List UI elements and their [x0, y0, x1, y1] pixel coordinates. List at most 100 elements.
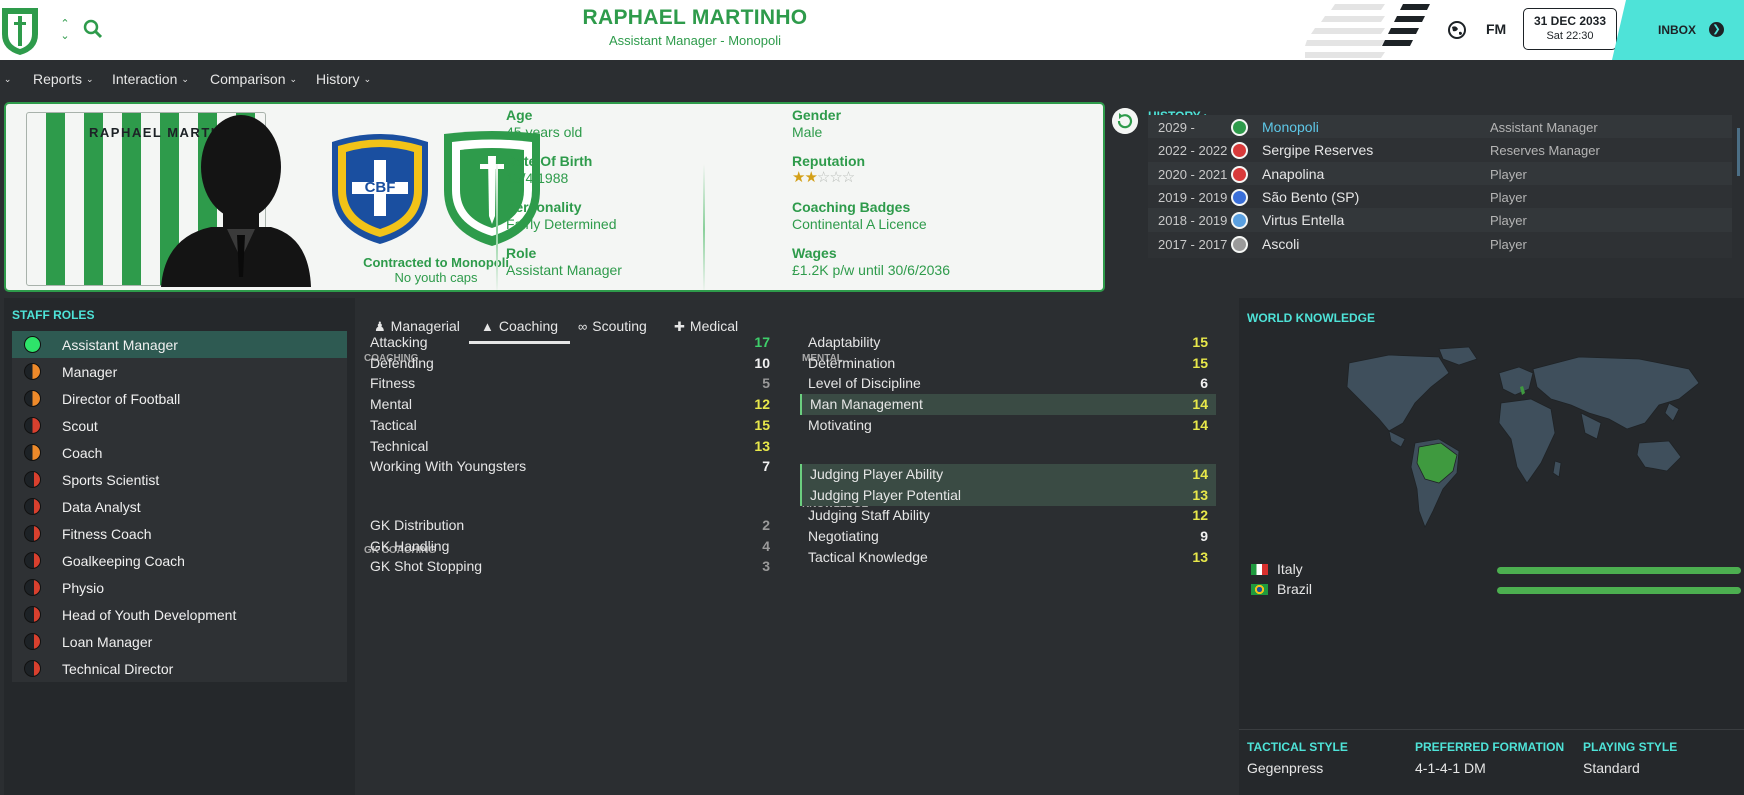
history-club[interactable]: Anapolina	[1262, 166, 1324, 182]
country-row[interactable]: Brazil	[1251, 580, 1741, 600]
history-row[interactable]: 2017 - 2017 Ascoli Player	[1148, 231, 1732, 258]
attribute-value: 4	[762, 537, 770, 554]
club-badge-icon	[1231, 119, 1248, 136]
attribute-value: 9	[1200, 528, 1208, 545]
staff-role-label: Director of Football	[62, 391, 181, 407]
suitability-icon	[24, 498, 41, 515]
club-badge-icon	[1231, 212, 1248, 230]
suitability-icon	[24, 633, 41, 650]
history-years: 2020 - 2021	[1158, 166, 1228, 182]
attribute-name: Determination	[808, 354, 896, 371]
attribute-value: 13	[1192, 486, 1208, 503]
world-map[interactable]	[1319, 343, 1719, 543]
staff-role-item[interactable]: Technical Director	[12, 655, 347, 682]
attribute-row[interactable]: Determination 15	[800, 353, 1216, 374]
sub-navigation: t⌄ Reports⌄ Interaction⌄ Comparison⌄ His…	[0, 60, 1744, 98]
staff-role-item[interactable]: Data Analyst	[12, 493, 347, 520]
staff-role-item[interactable]: Fitness Coach	[12, 520, 347, 547]
history-row[interactable]: 2018 - 2019 Virtus Entella Player	[1148, 208, 1732, 235]
attribute-row[interactable]: GK Distribution 2	[362, 515, 778, 536]
attribute-name: Judging Player Potential	[810, 486, 961, 503]
italy-flag-icon	[1251, 564, 1268, 575]
history-club[interactable]: Virtus Entella	[1262, 212, 1344, 228]
attribute-name: GK Handling	[370, 537, 450, 554]
staff-role-item[interactable]: Manager	[12, 358, 347, 385]
history-club[interactable]: Sergipe Reserves	[1262, 142, 1373, 158]
game-date-button[interactable]: 31 DEC 2033 Sat 22:30	[1523, 8, 1617, 50]
nav-overview-partial[interactable]: t⌄	[0, 71, 12, 87]
attribute-row[interactable]: Fitness 5	[362, 373, 778, 394]
suitability-icon	[24, 444, 41, 461]
staff-role-item[interactable]: Coach	[12, 439, 347, 466]
staff-role-item[interactable]: Goalkeeping Coach	[12, 547, 347, 574]
nav-history[interactable]: History ⌄	[316, 71, 371, 87]
attribute-row[interactable]: Defending 10	[362, 353, 778, 374]
tactical-style-label: TACTICAL STYLE	[1247, 740, 1348, 754]
refresh-icon[interactable]	[1112, 108, 1138, 134]
attribute-name: Level of Discipline	[808, 375, 921, 392]
staff-role-item[interactable]: Assistant Manager	[12, 331, 347, 358]
history-club[interactable]: Ascoli	[1262, 236, 1299, 252]
attribute-row[interactable]: GK Shot Stopping 3	[362, 556, 778, 577]
staff-role-item[interactable]: Director of Football	[12, 385, 347, 412]
divider	[1239, 729, 1744, 730]
history-row[interactable]: 2029 - Monopoli Assistant Manager	[1148, 115, 1732, 141]
staff-role-item[interactable]: Scout	[12, 412, 347, 439]
fm-logo[interactable]: FM	[1486, 21, 1506, 37]
chevron-down-icon: ⌄	[289, 74, 298, 84]
history-club[interactable]: Monopoli	[1262, 119, 1319, 135]
world-knowledge-title: WORLD KNOWLEDGE	[1247, 311, 1375, 325]
staff-role-label: Fitness Coach	[62, 526, 152, 542]
nav-label: History	[316, 71, 360, 87]
knowledge-bar	[1497, 567, 1741, 574]
attribute-name: Motivating	[808, 416, 872, 433]
attribute-row[interactable]: Judging Staff Ability 12	[800, 505, 1216, 526]
history-role: Player	[1490, 166, 1527, 182]
history-row[interactable]: 2022 - 2022 Sergipe Reserves Reserves Mana…	[1148, 138, 1732, 165]
club-badge-icon	[1231, 165, 1248, 183]
nav-interaction[interactable]: Interaction ⌄	[112, 71, 189, 87]
dob-label: Date Of Birth	[506, 153, 593, 169]
history-role: Reserves Manager	[1490, 143, 1600, 159]
staff-role-item[interactable]: Head of Youth Development	[12, 601, 347, 628]
attribute-row[interactable]: Negotiating 9	[800, 526, 1216, 547]
attribute-value: 14	[1192, 416, 1208, 433]
attribute-name: Man Management	[810, 396, 923, 413]
attribute-row[interactable]: Man Management 14	[800, 394, 1216, 416]
person-silhouette-icon	[161, 115, 311, 287]
attribute-row[interactable]: Attacking 17	[362, 332, 778, 353]
globe-icon[interactable]	[1447, 20, 1467, 40]
nav-comparison[interactable]: Comparison ⌄	[210, 71, 297, 87]
coaching-badges-label: Coaching Badges	[792, 199, 911, 215]
attribute-value: 5	[762, 375, 770, 392]
suitability-icon	[24, 579, 41, 596]
attribute-row[interactable]: Tactical Knowledge 13	[800, 547, 1216, 568]
history-scrollbar[interactable]	[1737, 128, 1740, 176]
nav-reports[interactable]: Reports ⌄	[33, 71, 94, 87]
attribute-row[interactable]: Judging Player Potential 13	[800, 484, 1216, 506]
attribute-name: Judging Staff Ability	[808, 507, 930, 524]
attribute-value: 13	[754, 437, 770, 454]
staff-role-item[interactable]: Sports Scientist	[12, 466, 347, 493]
staff-role-item[interactable]: Loan Manager	[12, 628, 347, 655]
attribute-row[interactable]: Adaptability 15	[800, 332, 1216, 353]
inbox-button[interactable]: INBOX ❯	[1612, 0, 1744, 60]
attribute-row[interactable]: Level of Discipline 6	[800, 373, 1216, 394]
history-club[interactable]: São Bento (SP)	[1262, 189, 1359, 205]
country-row[interactable]: Italy	[1251, 560, 1741, 580]
club-badge-icon	[1231, 142, 1248, 160]
attribute-row[interactable]: Working With Youngsters 7	[362, 456, 778, 477]
attribute-row[interactable]: Motivating 14	[800, 415, 1216, 436]
chevron-down-icon: ⌄	[363, 74, 372, 84]
attribute-row[interactable]: Tactical 15	[362, 415, 778, 436]
history-row[interactable]: 2019 - 2019 São Bento (SP) Player	[1148, 184, 1732, 211]
attribute-row[interactable]: GK Handling 4	[362, 536, 778, 557]
attribute-row[interactable]: Technical 13	[362, 436, 778, 457]
staff-role-item[interactable]: Physio	[12, 574, 347, 601]
history-years: 2029 -	[1158, 120, 1195, 135]
role-label: Role	[506, 245, 537, 261]
attribute-row[interactable]: Mental 12	[362, 394, 778, 415]
attribute-name: Mental	[370, 396, 413, 413]
history-row[interactable]: 2020 - 2021 Anapolina Player	[1148, 161, 1732, 188]
attribute-row[interactable]: Judging Player Ability 14	[800, 464, 1216, 485]
